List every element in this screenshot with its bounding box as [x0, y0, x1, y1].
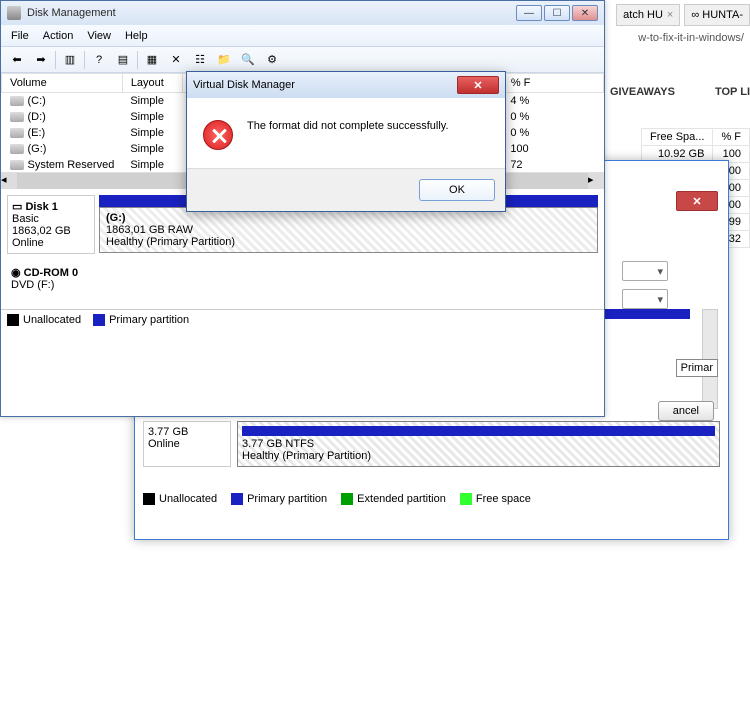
cancel-button[interactable]: ancel — [658, 401, 714, 421]
panel-icon[interactable]: ▥ — [60, 50, 80, 70]
menubar: File Action View Help — [1, 25, 604, 47]
close-button[interactable]: ✕ — [572, 5, 598, 21]
dropdown[interactable]: ▾ — [622, 261, 668, 281]
primary-label: Primar — [676, 359, 718, 377]
folder-icon[interactable]: 📁 — [214, 50, 234, 70]
error-icon — [203, 120, 233, 150]
dropdown[interactable]: ▾ — [622, 289, 668, 309]
menu-file[interactable]: File — [11, 30, 29, 42]
page-nav: GIVEAWAYS TOP LI — [610, 86, 750, 98]
dialog-titlebar[interactable]: Virtual Disk Manager ✕ — [187, 72, 505, 98]
swatch-primary — [93, 314, 105, 326]
close-icon[interactable]: × — [667, 9, 673, 21]
cdrom-icon: ◉ — [11, 267, 21, 279]
menu-help[interactable]: Help — [125, 30, 148, 42]
app-icon — [7, 6, 21, 20]
disk-info[interactable]: ▭ Disk 1 Basic 1863,02 GB Online — [7, 195, 95, 254]
col-layout[interactable]: Layout — [122, 74, 182, 93]
refresh-icon[interactable]: ▦ — [142, 50, 162, 70]
col-percent-free[interactable]: % F — [502, 74, 603, 93]
cdrom-info[interactable]: ◉ CD-ROM 0 DVD (F:) — [7, 262, 95, 295]
dialog-message: The format did not complete successfully… — [247, 120, 449, 132]
menu-view[interactable]: View — [87, 30, 111, 42]
search-icon[interactable]: 🔍 — [238, 50, 258, 70]
forward-icon[interactable]: ➡ — [31, 50, 51, 70]
nav-link[interactable]: TOP LI — [715, 86, 750, 98]
list-icon[interactable]: ▤ — [113, 50, 133, 70]
menu-action[interactable]: Action — [43, 30, 74, 42]
help-icon[interactable]: ? — [89, 50, 109, 70]
legend: Unallocated Primary partition — [1, 309, 604, 330]
volume-icon — [10, 128, 24, 138]
settings-icon[interactable]: ⚙ — [262, 50, 282, 70]
col-volume[interactable]: Volume — [2, 74, 123, 93]
nav-link[interactable]: GIVEAWAYS — [610, 86, 675, 98]
window-title: Disk Management — [27, 7, 510, 19]
url-fragment: w-to-fix-it-in-windows/ — [632, 28, 750, 48]
error-dialog: Virtual Disk Manager ✕ The format did no… — [186, 71, 506, 212]
delete-icon[interactable]: ✕ — [166, 50, 186, 70]
disk-info: 3.77 GB Online — [143, 421, 231, 467]
toolbar: ⬅ ➡ ▥ ? ▤ ▦ ✕ ☷ 📁 🔍 ⚙ — [1, 47, 604, 73]
partition-block[interactable]: (G:) 1863,01 GB RAW Healthy (Primary Par… — [99, 207, 598, 253]
minimize-button[interactable]: — — [516, 5, 542, 21]
browser-tabstrip: atch HU× ∞ HUNTA- — [616, 0, 750, 30]
close-button[interactable]: ✕ — [676, 191, 718, 211]
volume-icon — [10, 144, 24, 154]
browser-tab[interactable]: atch HU× — [616, 4, 680, 26]
swatch-unallocated — [7, 314, 19, 326]
maximize-button[interactable]: ☐ — [544, 5, 570, 21]
titlebar[interactable]: Disk Management — ☐ ✕ — [1, 1, 604, 25]
dialog-title: Virtual Disk Manager — [193, 79, 457, 91]
volume-icon — [10, 160, 24, 170]
volume-icon — [10, 96, 24, 106]
partition-block[interactable]: 3.77 GB NTFS Healthy (Primary Partition) — [237, 421, 720, 467]
close-button[interactable]: ✕ — [457, 76, 499, 94]
volume-icon — [10, 112, 24, 122]
back-icon[interactable]: ⬅ — [7, 50, 27, 70]
disk-icon: ▭ — [12, 201, 22, 213]
legend: Unallocated Primary partition Extended p… — [143, 489, 720, 509]
ok-button[interactable]: OK — [419, 179, 495, 201]
browser-tab[interactable]: ∞ HUNTA- — [684, 4, 750, 26]
properties-icon[interactable]: ☷ — [190, 50, 210, 70]
